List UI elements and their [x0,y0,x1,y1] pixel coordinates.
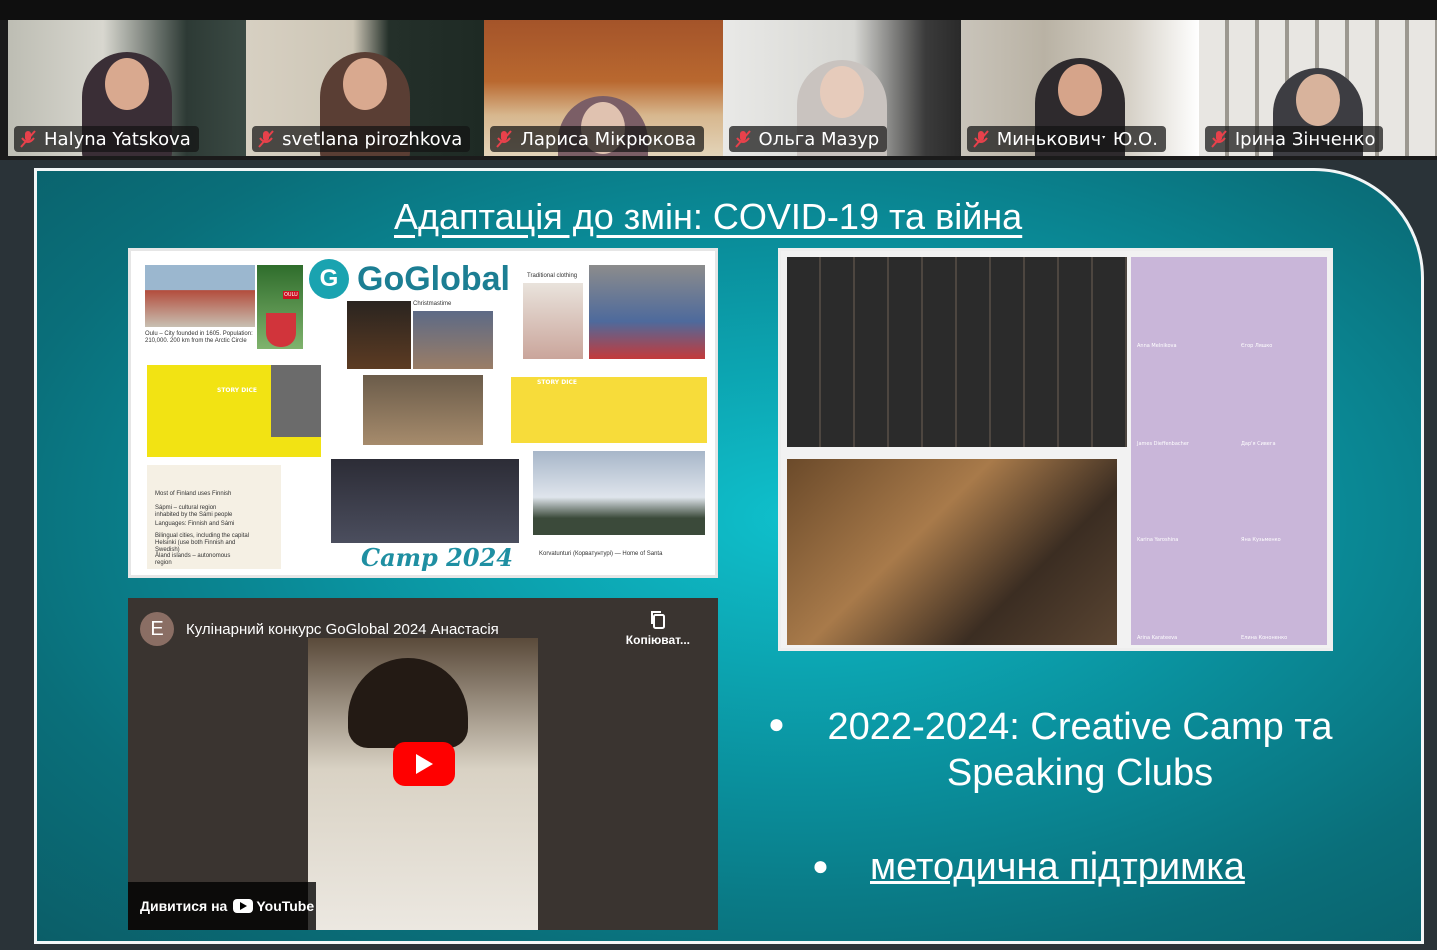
muted-mic-icon [496,130,513,148]
muted-mic-icon [734,130,751,148]
goglobal-logo: G GoGlobal [309,259,510,299]
youtube-wordmark: YouTube [256,898,315,914]
muted-mic-icon [258,130,274,148]
participant-strip: Halyna Yatskova svetlana pirozhkova Лари… [8,20,1437,156]
participant-name: Миньковичˑ Ю.О. [996,128,1158,150]
student-label: Яна Кузьменко [1241,537,1281,543]
muted-mic-icon [20,130,36,148]
participant-name-label: Лариса Мікрюкова [490,126,705,152]
goglobal-logo-text: GoGlobal [357,259,510,298]
play-button[interactable] [393,742,455,786]
participant-name-label: Миньковичˑ Ю.О. [966,126,1166,152]
clothing-photo [523,283,583,359]
story-dice-label: STORY DICE [217,387,257,394]
zoom-gallery-thumbnail [787,257,1127,447]
oulu-caption: Oulu – City founded in 1605. Population:… [145,331,253,344]
goglobal-logo-icon: G [309,259,349,299]
bullet-dot-icon: ● [812,850,829,881]
bullet-methodical-support-link[interactable]: методична підтримка [870,846,1245,889]
play-icon [416,754,433,774]
goglobal-collage-image: OULU Oulu – City founded in 1605. Popula… [128,248,718,578]
participant-tile[interactable]: Миньковичˑ Ю.О. [960,20,1199,156]
video-thumbs [271,365,321,437]
story-dice-slide: STORY DICE [511,377,707,443]
copy-link-button[interactable]: Копіюват... [626,610,690,647]
map-line: Most of Finland uses Finnish [155,491,232,497]
student-label: Anna Melnikova [1137,343,1177,349]
copy-icon [650,611,665,629]
participant-tile[interactable]: Halyna Yatskova [8,20,247,156]
student-label: Елина Кононенко [1241,635,1288,641]
story-dice-screenshot: STORY DICE [147,365,321,457]
participant-name-label: Halyna Yatskova [14,126,199,152]
camp-2024-label: Camp 2024 [361,543,513,572]
muted-mic-icon [972,130,989,148]
muted-mic-icon [1211,130,1227,148]
oulu-photo [145,265,255,327]
participant-tile[interactable]: Ірина Зінченко [1198,20,1437,156]
channel-avatar[interactable]: E [140,612,174,646]
guitarist-video [787,459,1117,645]
copy-link-label: Копіюват... [625,633,690,647]
participant-name-label: Ірина Зінченко [1204,126,1384,152]
participant-name: Ольга Мазур [758,128,880,150]
oulu-badge: OULU [283,291,299,299]
participant-name: svetlana pirozhkova [282,128,463,150]
student-label: Дар'я Сивега [1241,441,1276,447]
teacher-video-photo [363,375,483,445]
youtube-embed[interactable]: E Кулінарний конкурс GoGlobal 2024 Анаст… [128,598,718,930]
finland-languages-map: Most of Finland uses Finnish Sápmi – cul… [147,465,281,569]
participant-name: Лариса Мікрюкова [520,128,697,150]
korvatunturi-caption: Korvatunturi (Корватунтурі) — Home of Sa… [539,551,663,557]
student-label: Єгор Ляшко [1241,343,1273,349]
oulu-coat-of-arms-icon [266,313,296,347]
video-title[interactable]: Кулінарний конкурс GoGlobal 2024 Анастас… [186,621,499,638]
map-line: Languages: Finnish and Sámi [155,521,235,527]
participant-name: Ірина Зінченко [1234,128,1376,150]
map-line: Bilingual cities, including the capital … [155,533,250,553]
student-label: James Dieffenbacher [1137,441,1189,447]
speaking-club-screenshot: Anna Melnikova Єгор Ляшко James Dieffenb… [778,248,1333,651]
youtube-icon [233,899,254,913]
bullet-creative-camp: 2022-2024: Creative Camp та Speaking Clu… [827,706,1333,794]
participant-name-label: Ольга Мазур [728,126,888,152]
participant-tile[interactable]: svetlana pirozhkova [246,20,485,156]
map-line: Sápmi – cultural region inhabited by the… [155,505,233,518]
camp-zoom-grid [331,459,519,543]
top-bar [0,0,1437,20]
participant-name: Halyna Yatskova [44,128,191,150]
participant-tile[interactable]: Ольга Мазур [722,20,961,156]
student-video-grid [1131,257,1327,645]
story-dice-label-2: STORY DICE [537,379,577,386]
watch-on-label: Дивитися на [140,898,228,914]
student-label: Arina Karateeva [1137,635,1178,641]
youtube-logo: YouTube [233,898,314,914]
watch-on-youtube-button[interactable]: Дивитися на YouTube [128,882,316,930]
video-header: E Кулінарний конкурс GoGlobal 2024 Анаст… [140,612,499,646]
participant-name-label: svetlana pirozhkova [252,126,471,152]
korvatunturi-photo [533,451,705,535]
participant-tile[interactable]: Лариса Мікрюкова [484,20,723,156]
christmas-tree-photo [347,301,411,369]
traditional-clothing-label: Traditional clothing [527,273,578,279]
christmastime-label: Christmastime [413,301,452,307]
student-label: Karina Yaroshina [1137,537,1179,543]
folk-costumes-photo [589,265,705,359]
map-line: Åland islands – autonomous region [155,553,231,566]
christmas-street-photo [413,311,493,369]
slide-title: Адаптація до змін: COVID-19 та війна [394,196,1023,237]
